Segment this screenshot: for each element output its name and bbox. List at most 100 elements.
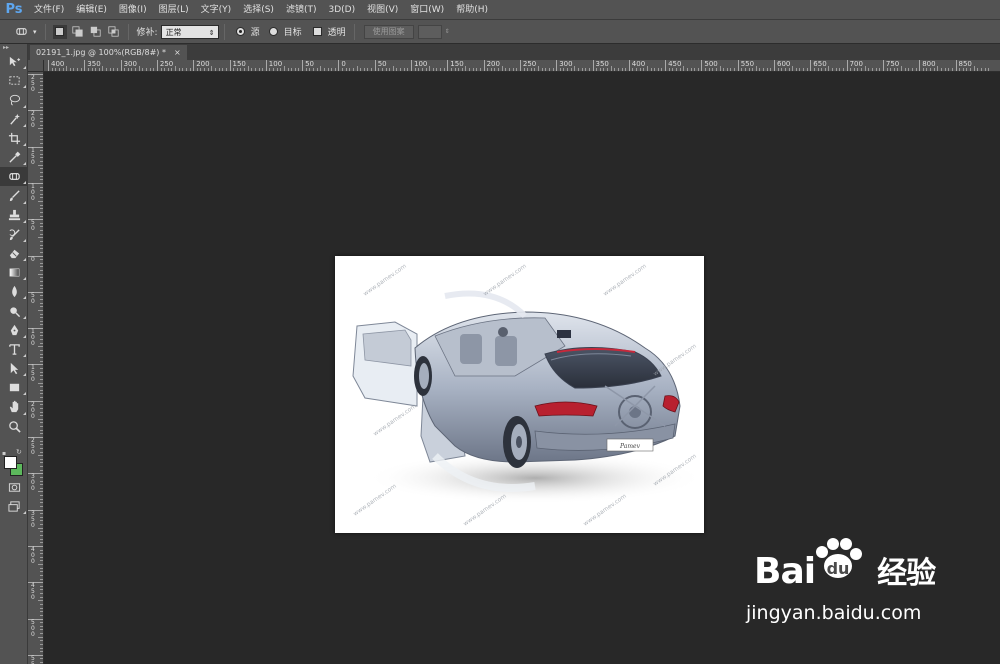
ruler-tick [712,68,714,71]
close-icon[interactable]: × [174,48,181,57]
menu-3d[interactable]: 3D(D) [322,0,361,20]
menu-bar: Ps 文件(F) 编辑(E) 图像(I) 图层(L) 文字(Y) 选择(S) 滤… [0,0,1000,20]
ruler-tick [40,426,43,428]
add-to-selection-icon[interactable] [71,25,85,39]
intersect-selection-icon[interactable] [107,25,121,39]
ruler-tick [530,68,532,71]
ruler-tick [501,66,503,71]
ruler-tick [748,68,750,71]
ruler-tick [726,68,728,71]
ruler-tick [167,68,169,71]
menu-layer[interactable]: 图层(L) [153,0,195,20]
ruler-tick [708,68,710,71]
menu-window[interactable]: 窗口(W) [404,0,450,20]
eyedropper-tool-icon[interactable] [0,148,28,167]
dodge-tool-icon[interactable] [0,301,28,320]
quick-selection-tool-icon[interactable] [0,110,28,129]
ruler-tick [396,68,398,71]
menu-select[interactable]: 选择(S) [237,0,280,20]
hand-tool-icon[interactable] [0,397,28,416]
ruler-tick [581,68,583,71]
ruler-tick [294,68,296,71]
ruler-tick [214,68,216,71]
subtract-from-selection-icon[interactable] [89,25,103,39]
ruler-tick [38,636,43,638]
destination-radio[interactable] [268,27,278,36]
ruler-origin[interactable] [28,60,44,72]
foreground-color-swatch[interactable] [4,455,17,469]
ruler-tick [160,68,162,71]
preset-dropdown-arrow-icon[interactable]: ▾ [33,28,37,36]
ruler-tick [40,556,43,558]
crop-tool-icon[interactable] [0,129,28,148]
zoom-tool-icon[interactable] [0,417,28,436]
ruler-tick [476,68,478,71]
document-tab[interactable]: 02191_1.jpg @ 100%(RGB/8#) * × [30,45,187,60]
ruler-tick [632,68,634,71]
svg-text:www.pamev.com: www.pamev.com [352,483,398,518]
ruler-tick [40,567,43,569]
swap-colors-icon[interactable]: ↻ [16,448,22,456]
ruler-tick [225,68,227,71]
panel-grip-icon[interactable]: ▸▸ [0,44,27,52]
ruler-tick [102,66,104,71]
ruler-tick [276,68,278,71]
document-canvas[interactable]: Pamev www.pamev.com www.pamev.com www.pa… [335,256,704,533]
type-tool-icon[interactable] [0,340,28,359]
ruler-tick [636,68,638,71]
ruler-tick [291,68,293,71]
ruler-tick [890,68,892,71]
ruler-tick [40,248,43,250]
patch-tool-icon[interactable] [0,167,28,187]
menu-view[interactable]: 视图(V) [361,0,404,20]
transparent-checkbox[interactable] [312,27,322,36]
screen-mode-icon[interactable] [0,497,28,516]
blur-tool-icon[interactable] [0,282,28,301]
history-brush-tool-icon[interactable] [0,225,28,244]
patch-tool-preset-icon[interactable] [14,25,28,39]
pattern-picker-arrow-icon[interactable]: ⇕ [445,28,450,35]
ruler-tick [868,68,870,71]
ruler-tick [40,357,43,359]
new-selection-icon[interactable] [52,24,67,39]
ruler-tick [959,68,961,71]
clone-stamp-tool-icon[interactable] [0,206,28,225]
quick-mask-icon[interactable] [0,478,28,497]
ruler-tick [697,68,699,71]
pattern-picker[interactable] [417,24,442,39]
menu-edit[interactable]: 编辑(E) [70,0,113,20]
gradient-tool-icon[interactable] [0,263,28,282]
patch-mode-select[interactable]: 正常 ⇕ [160,24,219,39]
path-selection-tool-icon[interactable] [0,359,28,378]
ruler-tick [40,498,43,500]
menu-help[interactable]: 帮助(H) [450,0,494,20]
ruler-tick [392,66,394,71]
ruler-tick [254,68,256,71]
menu-image[interactable]: 图像(I) [113,0,153,20]
move-tool-icon[interactable] [0,52,28,71]
eraser-tool-icon[interactable] [0,244,28,263]
ruler-tick [171,68,173,71]
ruler-tick [40,433,43,435]
ruler-tick [621,68,623,71]
brush-tool-icon[interactable] [0,186,28,205]
horizontal-ruler[interactable]: 400 350 300 250 200 150 100 50 0 50 100 150 200 250 30… [44,60,1000,72]
ruler-tick [113,68,115,71]
ruler-tick [40,386,43,388]
marquee-tool-icon[interactable] [0,71,28,90]
ruler-tick [40,571,43,573]
menu-filter[interactable]: 滤镜(T) [280,0,323,20]
menu-type[interactable]: 文字(Y) [195,0,238,20]
ruler-tick [40,622,43,624]
ruler-tick [40,524,43,526]
ruler-tick [781,68,783,71]
vertical-ruler[interactable]: 2 5 02 0 01 5 01 0 05 005 01 0 01 5 02 0… [28,72,44,664]
source-radio[interactable] [235,27,245,36]
ruler-tick [40,407,43,409]
ruler-tick [40,589,43,591]
menu-file[interactable]: 文件(F) [28,0,70,20]
rectangle-tool-icon[interactable] [0,378,28,397]
lasso-tool-icon[interactable] [0,90,28,109]
use-pattern-button[interactable]: 使用图案 [363,24,414,39]
pen-tool-icon[interactable] [0,321,28,340]
